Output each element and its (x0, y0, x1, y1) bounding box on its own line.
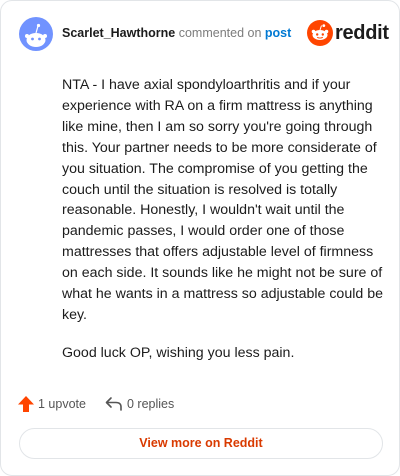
reddit-brand[interactable]: reddit (307, 20, 389, 48)
comment-embed-card: Scarlet_Hawthorne commented on post redd… (0, 0, 400, 476)
reddit-logo-icon (307, 20, 333, 46)
username-link[interactable]: Scarlet_Hawthorne (62, 26, 175, 40)
replies-count: 0 replies (127, 397, 175, 411)
upvote-arrow-icon (18, 396, 34, 412)
comment-footer: 1 upvote 0 replies (17, 395, 383, 415)
reply-arrow-icon (105, 397, 122, 411)
snoo-avatar-icon[interactable] (19, 17, 53, 51)
brand-wordmark: reddit (335, 22, 389, 44)
view-more-button[interactable]: View more on Reddit (19, 428, 383, 459)
post-link[interactable]: post (265, 26, 291, 40)
comment-body: NTA - I have axial spondyloarthritis and… (62, 75, 384, 381)
comment-paragraph: NTA - I have axial spondyloarthritis and… (62, 77, 383, 323)
comment-meta: Scarlet_Hawthorne commented on post (62, 26, 291, 40)
comment-header: Scarlet_Hawthorne commented on post redd… (19, 17, 389, 51)
comment-paragraph: Good luck OP, wishing you less pain. (62, 344, 295, 361)
action-text: commented on (178, 26, 262, 40)
upvote-count: 1 upvote (38, 397, 86, 411)
